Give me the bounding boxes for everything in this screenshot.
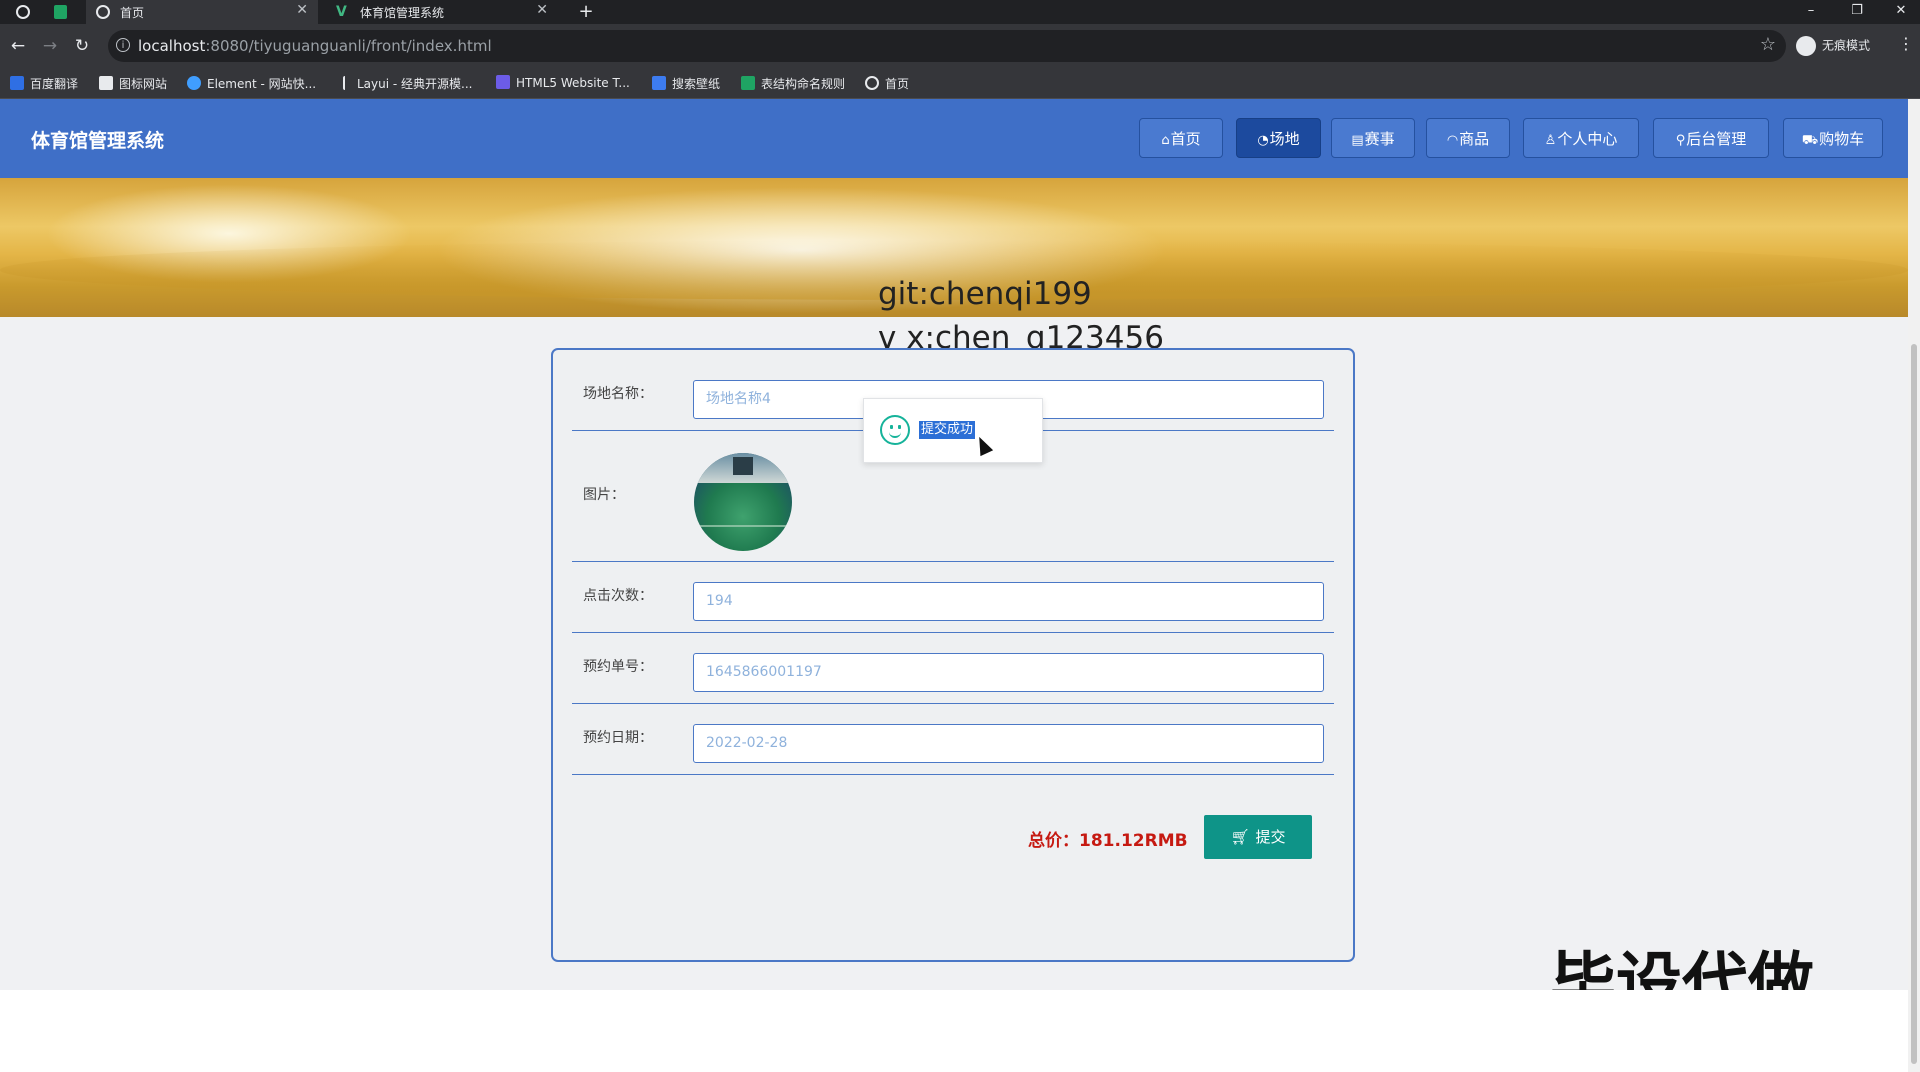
sheet-icon [741, 76, 755, 90]
divider [572, 774, 1334, 775]
info-icon[interactable]: i [116, 38, 130, 52]
forward-arrow-icon[interactable]: → [38, 34, 62, 58]
order-number-label: 预约单号： [583, 659, 653, 675]
pinned-tab-sheet-icon[interactable] [46, 0, 76, 24]
new-tab-button[interactable]: + [574, 0, 598, 24]
bookmark-element[interactable]: Element - 网站快... [187, 75, 316, 92]
url-text[interactable]: localhost:8080/tiyuguanguanli/front/inde… [138, 37, 492, 55]
tab-label: 首页 [120, 6, 145, 20]
scrollbar-thumb[interactable] [1911, 344, 1917, 1064]
total-price-label: 总价： [1028, 831, 1079, 851]
submit-button[interactable]: 🛒︎ 提交 [1204, 815, 1312, 859]
tab-gym-system[interactable]: V 体育馆管理系统 ✕ [326, 0, 558, 24]
restore-icon[interactable]: ❐ [1836, 0, 1878, 24]
vue-icon: V [336, 4, 347, 20]
html5-icon [496, 75, 510, 89]
address-bar[interactable]: i localhost:8080/tiyuguanguanli/front/in… [108, 30, 1786, 62]
wallpaper-icon [652, 76, 666, 90]
venue-icon: ◔ [1257, 133, 1269, 148]
overlay-git-text: git:chenqi199 [878, 276, 1092, 312]
bookmark-star-icon[interactable]: ☆ [1760, 34, 1776, 55]
bookmark-naming-rules[interactable]: 表结构命名规则 [741, 75, 845, 92]
cart-icon: 🛒︎ [1230, 828, 1250, 846]
divider [572, 561, 1334, 562]
site-title: 体育馆管理系统 [31, 130, 165, 152]
bookmark-home[interactable]: 首页 [865, 75, 909, 92]
nav-personal-center[interactable]: ♙个人中心 [1523, 118, 1639, 158]
bookmark-layui[interactable]: Layui - 经典开源模... [343, 75, 472, 92]
total-price-value: 181.12RMB [1079, 831, 1188, 851]
page-scrollbar[interactable] [1908, 99, 1920, 1072]
total-price: 总价：181.12RMB [1028, 826, 1188, 851]
home-icon: ⌂ [1161, 133, 1170, 148]
close-window-icon[interactable]: ✕ [1880, 0, 1920, 24]
tab-label: 体育馆管理系统 [360, 6, 445, 20]
user-icon: ♙ [1544, 133, 1557, 148]
reload-icon[interactable]: ↻ [70, 34, 94, 58]
reservation-date-input[interactable]: 2022-02-28 [693, 724, 1324, 763]
globe-icon [96, 5, 110, 19]
nav-cart[interactable]: ⛟购物车 [1783, 118, 1883, 158]
bookmark-html5-template[interactable]: HTML5 Website T... [496, 75, 630, 90]
venue-image [694, 453, 792, 551]
browser-menu-icon[interactable]: ⋮ [1898, 34, 1914, 53]
product-icon: ◠ [1446, 133, 1459, 148]
divider [572, 703, 1334, 704]
chrome-icon[interactable] [8, 0, 38, 24]
cart-icon: ⛟ [1801, 133, 1819, 148]
clicks-input[interactable]: 194 [693, 582, 1324, 621]
bookmark-icon-site[interactable]: 图标网站 [99, 75, 167, 92]
bookmarks-bar: 百度翻译 图标网站 Element - 网站快... Layui - 经典开源模… [0, 68, 1920, 99]
nav-home[interactable]: ⌂首页 [1139, 118, 1223, 158]
venue-name-label: 场地名称： [583, 386, 653, 402]
close-icon[interactable]: ✕ [296, 2, 308, 18]
incognito-indicator[interactable]: 无痕模式 [1796, 36, 1870, 56]
translate-icon [10, 76, 24, 90]
divider [572, 632, 1334, 633]
toast-message: 提交成功 [919, 421, 976, 439]
browser-tab-bar: 首页 ✕ V 体育馆管理系统 ✕ + – ❐ ✕ [0, 0, 1920, 24]
bookmark-baidu-translate[interactable]: 百度翻译 [10, 75, 78, 92]
layui-icon [343, 76, 351, 90]
minimize-icon[interactable]: – [1790, 0, 1832, 24]
site-header: 体育馆管理系统 ⌂首页 ◔场地 ▤赛事 ◠商品 ♙个人中心 ⚲后台管理 ⛟购物车 [0, 99, 1908, 178]
nav-products[interactable]: ◠商品 [1426, 118, 1510, 158]
page-footer [0, 990, 1908, 1072]
incognito-icon [1796, 36, 1816, 56]
tab-home[interactable]: 首页 ✕ [86, 0, 318, 24]
nav-venue[interactable]: ◔场地 [1236, 118, 1321, 158]
back-arrow-icon[interactable]: ← [6, 34, 30, 58]
clicks-label: 点击次数： [583, 588, 653, 604]
element-icon [187, 76, 201, 90]
browser-toolbar: ← → ↻ i localhost:8080/tiyuguanguanli/fr… [0, 24, 1920, 68]
smile-icon [880, 415, 910, 445]
nav-events[interactable]: ▤赛事 [1331, 118, 1415, 158]
bookmark-wallpaper[interactable]: 搜索壁纸 [652, 75, 720, 92]
flag-icon [99, 76, 113, 90]
close-icon[interactable]: ✕ [536, 2, 548, 18]
reservation-date-label: 预约日期： [583, 730, 653, 746]
globe-icon [865, 76, 879, 90]
nav-admin[interactable]: ⚲后台管理 [1653, 118, 1769, 158]
link-icon: ⚲ [1675, 133, 1686, 148]
image-label: 图片： [583, 487, 625, 503]
order-number-input[interactable]: 1645866001197 [693, 653, 1324, 692]
calendar-icon: ▤ [1351, 133, 1364, 148]
success-toast: 提交成功 [863, 398, 1043, 463]
